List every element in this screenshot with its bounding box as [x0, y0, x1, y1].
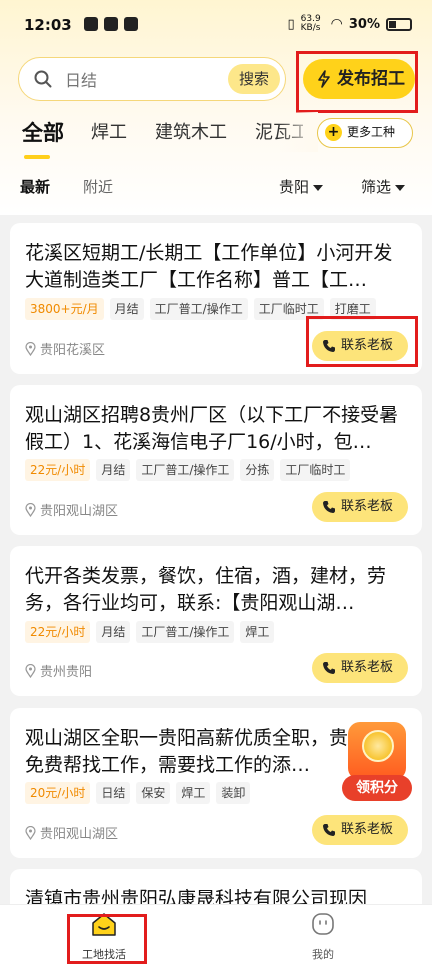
- filter-label: 筛选: [361, 178, 392, 196]
- location-pin-icon: [25, 825, 36, 840]
- job-title: 代开各类发票，餐饮，住宿，酒，建材，劳务，各行业均可，联系:【贵阳观山湖…: [25, 565, 387, 614]
- job-tags: 3800+元/月 月结 工厂普工/操作工 工厂临时工 打磨工: [25, 298, 376, 320]
- notification-icon: [84, 17, 98, 31]
- contact-boss-label: 联系老板: [341, 660, 394, 675]
- contact-boss-label: 联系老板: [341, 499, 394, 514]
- job-location-text: 贵阳观山湖区: [40, 504, 119, 519]
- wage-tag: 22元/小时: [25, 621, 91, 643]
- phone-icon: [323, 501, 335, 513]
- nav-find-work-label: 工地找活: [82, 948, 126, 961]
- bottom-navigation: 工地找活 我的: [0, 904, 432, 964]
- job-title: 观山湖区招聘8贵州厂区（以下工厂不接受暑假工）1、花溪海信电子厂16/小时，包…: [25, 404, 399, 453]
- search-input[interactable]: [65, 68, 235, 92]
- job-card[interactable]: 观山湖区招聘8贵州厂区（以下工厂不接受暑假工）1、花溪海信电子厂16/小时，包……: [10, 385, 422, 535]
- chevron-down-icon: [395, 184, 406, 191]
- job-tags: 22元/小时 月结 工厂普工/操作工 分拣 工厂临时工: [25, 459, 351, 481]
- job-tag: 月结: [109, 298, 144, 320]
- phone-icon: [323, 662, 335, 674]
- job-tag: 装卸: [216, 782, 251, 804]
- active-tab-indicator: [24, 155, 50, 159]
- contact-boss-label: 联系老板: [341, 822, 394, 837]
- more-job-types-label: 更多工种: [347, 125, 396, 139]
- job-tag: 工厂普工/操作工: [136, 621, 235, 643]
- points-reward-label: 领积分: [342, 775, 412, 801]
- profile-icon: [312, 913, 334, 935]
- publish-job-button[interactable]: 发布招工: [303, 59, 415, 99]
- notification-icon: [124, 17, 138, 31]
- vibrate-icon: ▯: [287, 16, 295, 32]
- contact-boss-button[interactable]: 联系老板: [312, 653, 408, 683]
- location-pin-icon: [25, 341, 36, 356]
- filter-nearby[interactable]: 附近: [83, 176, 113, 197]
- battery-percent: 30%: [348, 16, 380, 32]
- home-hardhat-icon: [92, 913, 116, 936]
- city-dropdown[interactable]: 贵阳: [279, 176, 324, 197]
- filter-latest[interactable]: 最新: [20, 176, 50, 197]
- network-speed: 63.9 KB/s: [300, 14, 321, 33]
- battery-icon: [386, 17, 412, 31]
- job-location: 贵阳观山湖区: [25, 823, 118, 842]
- job-location-text: 贵州贵阳: [40, 665, 93, 680]
- job-card[interactable]: 代开各类发票，餐饮，住宿，酒，建材，劳务，各行业均可，联系:【贵阳观山湖… 22…: [10, 546, 422, 696]
- points-reward-widget[interactable]: 领积分: [342, 722, 414, 804]
- job-tag: 工厂普工/操作工: [136, 459, 235, 481]
- phone-icon: [323, 824, 335, 836]
- job-tags: 20元/小时 日结 保安 焊工 装卸: [25, 782, 251, 804]
- more-job-types-button[interactable]: + 更多工种: [317, 118, 413, 148]
- plus-icon: +: [325, 124, 342, 141]
- job-tag: 工厂普工/操作工: [149, 298, 248, 320]
- coin-icon: [362, 730, 394, 762]
- tab-carpenter[interactable]: 建筑木工: [155, 118, 227, 148]
- search-button[interactable]: 搜索: [228, 64, 280, 94]
- job-card[interactable]: 花溪区短期工/长期工【工作单位】小河开发大道制造类工厂【工作名称】普工【工… 3…: [10, 223, 422, 374]
- filter-dropdown[interactable]: 筛选: [361, 176, 406, 197]
- wage-tag: 22元/小时: [25, 459, 91, 481]
- job-tag: 月结: [96, 459, 131, 481]
- notification-icon: [104, 17, 118, 31]
- job-tag: 工厂临时工: [280, 459, 351, 481]
- job-location: 贵州贵阳: [25, 661, 92, 680]
- job-tags: 22元/小时 月结 工厂普工/操作工 焊工: [25, 621, 275, 643]
- contact-boss-button[interactable]: 联系老板: [312, 331, 408, 361]
- lightning-icon: [318, 70, 330, 88]
- search-box[interactable]: 搜索: [18, 57, 286, 101]
- contact-boss-label: 联系老板: [341, 338, 394, 353]
- tab-welder[interactable]: 焊工: [91, 118, 127, 148]
- contact-boss-button[interactable]: 联系老板: [312, 492, 408, 522]
- job-tag: 保安: [136, 782, 171, 804]
- status-bar: 12:03 ▯ 63.9 KB/s ◠ 30%: [0, 0, 432, 48]
- nav-me[interactable]: 我的: [283, 911, 363, 961]
- job-location: 贵阳花溪区: [25, 339, 105, 358]
- job-tag: 分拣: [240, 459, 275, 481]
- contact-boss-button[interactable]: 联系老板: [312, 815, 408, 845]
- job-tag: 打磨工: [329, 298, 376, 320]
- wage-tag: 3800+元/月: [25, 298, 104, 320]
- location-pin-icon: [25, 663, 36, 678]
- job-tag: 焊工: [240, 621, 275, 643]
- job-location-text: 贵阳花溪区: [40, 343, 106, 358]
- job-tag: 工厂临时工: [253, 298, 324, 320]
- status-time: 12:03: [24, 16, 72, 34]
- search-icon: [34, 70, 52, 88]
- tab-all[interactable]: 全部: [22, 118, 64, 148]
- job-location-text: 贵阳观山湖区: [40, 827, 119, 842]
- status-right: ▯ 63.9 KB/s ◠ 30%: [287, 14, 412, 33]
- job-location: 贵阳观山湖区: [25, 500, 118, 519]
- tabs-fade: [278, 112, 318, 152]
- phone-icon: [323, 340, 335, 352]
- job-tag: 焊工: [176, 782, 211, 804]
- nav-me-label: 我的: [312, 948, 334, 961]
- job-title: 花溪区短期工/长期工【工作单位】小河开发大道制造类工厂【工作名称】普工【工…: [25, 242, 393, 291]
- nav-find-work[interactable]: 工地找活: [64, 911, 144, 961]
- location-pin-icon: [25, 502, 36, 517]
- job-tag: 日结: [96, 782, 131, 804]
- wifi-icon: ◠: [330, 16, 343, 32]
- publish-job-label: 发布招工: [337, 69, 405, 89]
- wage-tag: 20元/小时: [25, 782, 91, 804]
- city-label: 贵阳: [279, 178, 310, 196]
- job-tag: 月结: [96, 621, 131, 643]
- chevron-down-icon: [313, 184, 324, 191]
